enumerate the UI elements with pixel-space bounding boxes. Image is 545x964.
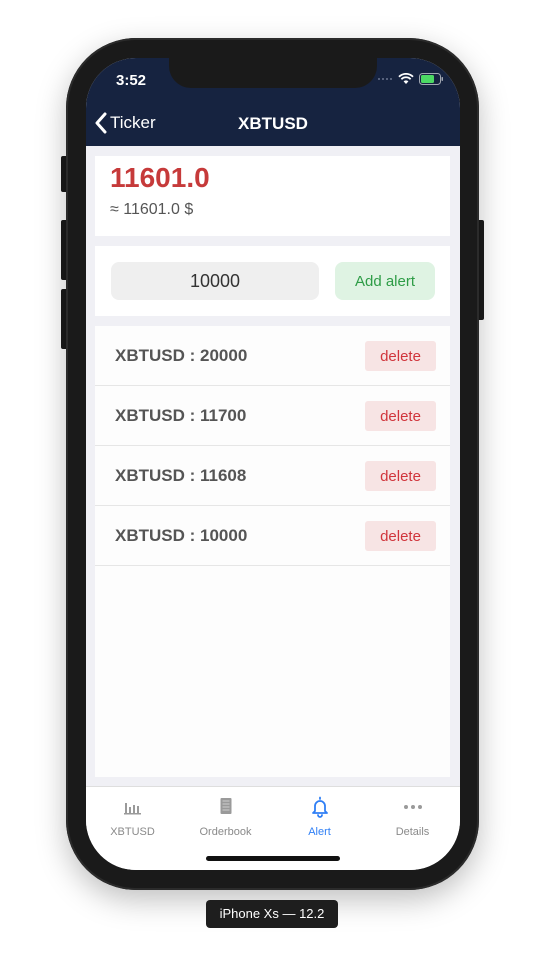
alert-label: XBTUSD : 11700 — [115, 406, 247, 425]
alert-row: XBTUSD : 20000 delete — [95, 326, 450, 386]
bell-icon — [311, 796, 328, 818]
price-approx: ≈ 11601.0 $ — [110, 201, 194, 218]
device-caption: iPhone Xs — 12.2 — [206, 900, 338, 928]
tab-alert[interactable]: Alert — [273, 795, 366, 838]
navigation-bar: 3:52 Ticker XBTUSD — [86, 58, 460, 146]
alert-list: XBTUSD : 20000 delete XBTUSD : 11700 del… — [95, 326, 450, 777]
delete-alert-button[interactable]: delete — [365, 461, 436, 491]
tab-label: XBTUSD — [110, 826, 155, 838]
status-time: 3:52 — [116, 72, 147, 89]
alert-row: XBTUSD : 11700 delete — [95, 386, 450, 446]
tab-label: Orderbook — [199, 826, 252, 838]
bar-chart-icon — [123, 803, 141, 815]
tab-xbtusd[interactable]: XBTUSD — [86, 795, 179, 838]
delete-alert-button[interactable]: delete — [365, 521, 436, 551]
delete-alert-button[interactable]: delete — [365, 341, 436, 371]
alert-row: XBTUSD : 10000 delete — [95, 506, 450, 566]
cellular-icon — [378, 78, 392, 80]
alert-form: Add alert — [95, 246, 450, 316]
home-indicator[interactable] — [206, 856, 340, 861]
alert-label: XBTUSD : 10000 — [115, 526, 248, 545]
alert-price-input[interactable] — [111, 262, 319, 300]
tab-details[interactable]: Details — [366, 795, 459, 838]
delete-alert-button[interactable]: delete — [365, 401, 436, 431]
battery-icon — [419, 73, 443, 85]
screen: 3:52 Ticker XBTUSD 11601.0 ≈ 11601.0 $ 1… — [86, 58, 460, 870]
alert-row: XBTUSD : 11608 delete — [95, 446, 450, 506]
tab-label: Details — [395, 826, 430, 838]
alert-label: XBTUSD : 20000 — [115, 346, 248, 365]
page-title: XBTUSD — [238, 114, 308, 133]
book-icon — [220, 798, 231, 814]
alert-label: XBTUSD : 11608 — [115, 466, 247, 485]
price-card: 11601.0 ≈ 11601.0 $ — [95, 156, 450, 236]
notch — [169, 58, 377, 88]
tab-orderbook[interactable]: Orderbook — [179, 795, 272, 838]
tab-label: Alert — [308, 826, 331, 838]
more-dots-icon — [403, 805, 422, 809]
status-icons — [377, 73, 444, 85]
current-price: 11601.0 — [110, 162, 210, 193]
wifi-icon — [398, 73, 414, 84]
add-alert-button[interactable]: Add alert — [335, 262, 435, 300]
